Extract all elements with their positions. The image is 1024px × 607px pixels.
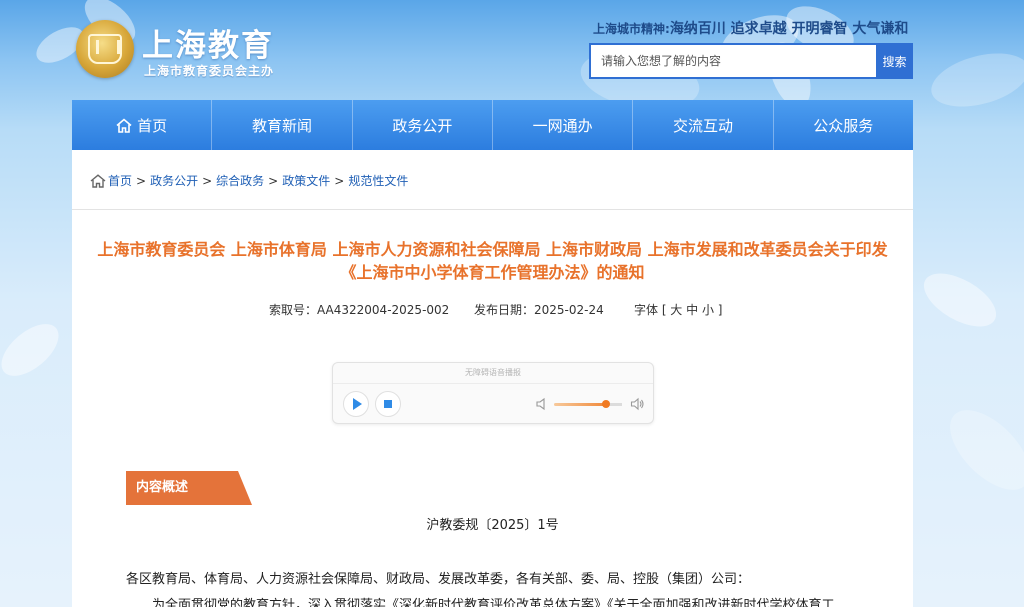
slogan-main: 海纳百川 追求卓越 开明睿智 大气谦和 (669, 21, 909, 37)
volume-knob[interactable] (602, 400, 610, 408)
breadcrumb-divider (72, 209, 913, 210)
volume-up-icon[interactable] (630, 397, 644, 411)
breadcrumb-link-policy-documents[interactable]: 政策文件 (282, 172, 330, 189)
breadcrumb: 首页 > 政务公开 > 综合政务 > 政策文件 > 规范性文件 (90, 172, 408, 189)
nav-item-label: 交流互动 (672, 116, 733, 135)
site-title[interactable]: 上海教育 (142, 20, 274, 65)
nav-item-online-service[interactable]: 一网通办 (493, 100, 634, 150)
site-header: 上海教育 上海市教育委员会主办 上海城市精神:海纳百川 追求卓越 开明睿智 大气… (0, 0, 1024, 100)
font-size-selector[interactable]: 字体 [ 大 中 小 ] (634, 301, 722, 318)
home-icon (116, 117, 132, 133)
nav-item-government-affairs[interactable]: 政务公开 (353, 100, 493, 150)
volume-mute-icon[interactable] (535, 397, 549, 411)
index-number: 索取号：AA4322004-2025-002 (269, 303, 450, 317)
breadcrumb-separator: > (136, 173, 147, 188)
player-divider (333, 383, 653, 384)
nav-item-label: 教育新闻 (251, 116, 312, 135)
nav-item-public-service[interactable]: 公众服务 (774, 100, 913, 150)
breadcrumb-link-general-affairs[interactable]: 综合政务 (216, 172, 264, 189)
document-body: 为全面贯彻党的教育方针，深入贯彻落实《深化新时代教育评价改革总体方案》《关于全面… (152, 598, 835, 607)
section-tag-summary: 内容概述 (126, 471, 252, 505)
nav-item-home[interactable]: 首页 (72, 100, 213, 150)
document-title: 上海市教育委员会 上海市体育局 上海市人力资源和社会保障局 上海市财政局 上海市… (97, 240, 888, 282)
audio-player: 无障碍语音播报 (332, 362, 654, 424)
nav-item-label: 政务公开 (392, 116, 453, 135)
document-number: 沪教委规〔2025〕1号 (426, 518, 559, 533)
breadcrumb-home-icon (90, 173, 106, 188)
stop-button[interactable] (375, 391, 401, 417)
search-button[interactable]: 搜索 (876, 43, 913, 79)
site-logo-icon[interactable] (76, 20, 134, 78)
play-icon (353, 398, 362, 410)
breadcrumb-link-government-affairs[interactable]: 政务公开 (150, 172, 198, 189)
breadcrumb-separator: > (202, 173, 213, 188)
player-title: 无障碍语音播报 (465, 368, 521, 377)
breadcrumb-link-home[interactable]: 首页 (108, 172, 132, 189)
publish-date: 发布日期：2025-02-24 (474, 303, 604, 317)
city-slogan: 上海城市精神:海纳百川 追求卓越 开明睿智 大气谦和 (593, 18, 913, 38)
breadcrumb-separator: > (268, 173, 279, 188)
play-button[interactable] (343, 391, 369, 417)
document-salutation: 各区教育局、体育局、人力资源社会保障局、财政局、发展改革委，各有关部、委、局、控… (126, 572, 751, 587)
nav-item-education-news[interactable]: 教育新闻 (212, 100, 353, 150)
breadcrumb-separator: > (334, 173, 345, 188)
search-input[interactable] (589, 43, 877, 79)
nav-item-label: 首页 (137, 116, 168, 135)
site-subtitle: 上海市教育委员会主办 (144, 64, 275, 78)
nav-item-label: 公众服务 (813, 116, 874, 135)
nav-item-label: 一网通办 (532, 116, 593, 135)
breadcrumb-link-normative-documents[interactable]: 规范性文件 (348, 172, 408, 189)
volume-slider[interactable] (554, 403, 606, 406)
main-nav: 首页 教育新闻 政务公开 一网通办 交流互动 公众服务 (72, 100, 913, 150)
content-panel: 首页 > 政务公开 > 综合政务 > 政策文件 > 规范性文件 上海市教育委员会… (72, 150, 913, 607)
nav-item-interaction[interactable]: 交流互动 (633, 100, 774, 150)
slogan-lead: 上海城市精神: (593, 22, 670, 36)
stop-icon (384, 400, 392, 408)
